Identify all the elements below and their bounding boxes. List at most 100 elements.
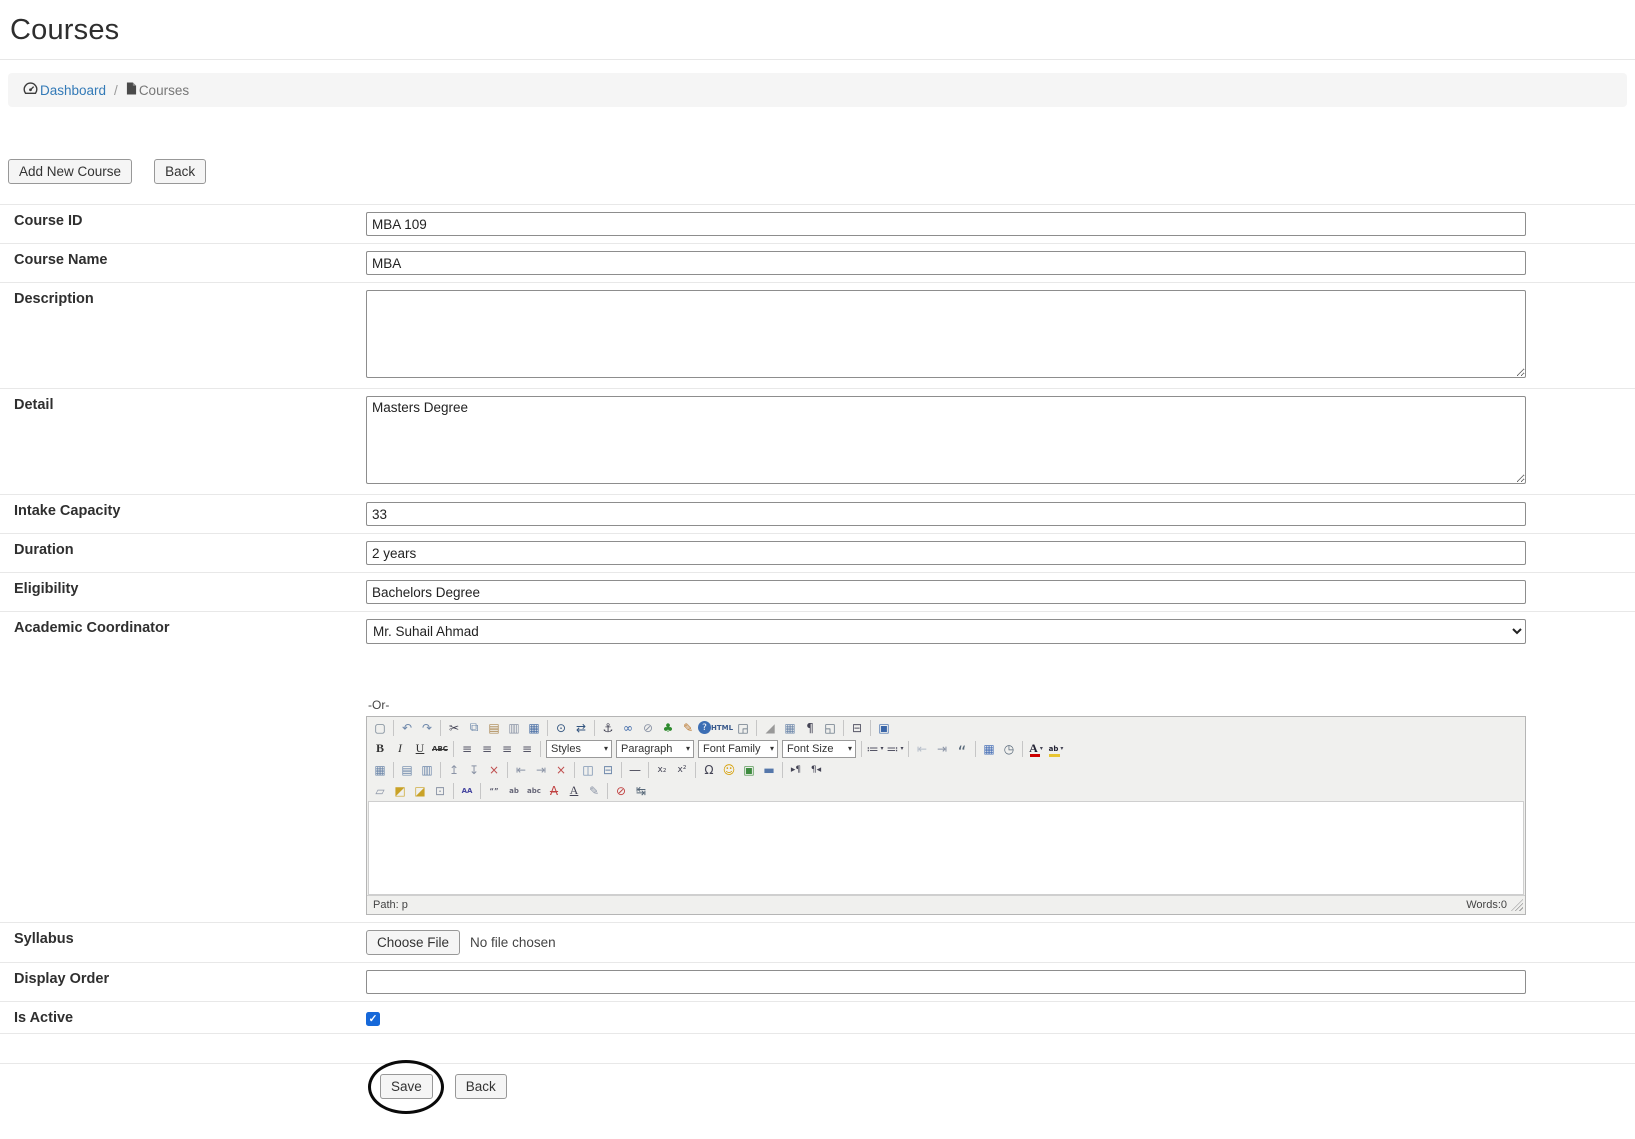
- bring-forward-icon[interactable]: ◩: [390, 781, 410, 800]
- bullet-list-icon[interactable]: ≔▾: [865, 739, 885, 758]
- syllabus-label: Syllabus: [0, 923, 366, 962]
- align-left-icon[interactable]: ≡: [457, 739, 477, 758]
- academic-coordinator-select[interactable]: Mr. Suhail Ahmad: [366, 619, 1526, 644]
- insert-date-icon[interactable]: ▦: [979, 739, 999, 758]
- intake-capacity-input[interactable]: [366, 502, 1526, 526]
- unlink-icon[interactable]: ⊘: [638, 718, 658, 737]
- acronym-icon[interactable]: abc: [524, 781, 544, 800]
- row-properties-icon[interactable]: ▤: [397, 760, 417, 779]
- attributes-icon[interactable]: ✎: [584, 781, 604, 800]
- merge-cells-icon[interactable]: ⊟: [598, 760, 618, 779]
- save-button[interactable]: Save: [380, 1074, 433, 1099]
- print-icon[interactable]: ⊟: [847, 718, 867, 737]
- superscript-icon[interactable]: x²: [672, 760, 692, 779]
- insert-row-above-icon[interactable]: ↥: [444, 760, 464, 779]
- deletion-icon[interactable]: A: [544, 781, 564, 800]
- redo-icon[interactable]: ↷: [417, 718, 437, 737]
- toolbar-separator: [782, 762, 783, 778]
- split-cells-icon[interactable]: ◫: [578, 760, 598, 779]
- description-textarea[interactable]: [366, 290, 1526, 378]
- insert-time-icon[interactable]: ◷: [999, 739, 1019, 758]
- style-properties-icon[interactable]: AA: [457, 781, 477, 800]
- help-icon[interactable]: ?: [698, 721, 711, 734]
- special-character-icon[interactable]: Ω: [699, 760, 719, 779]
- horizontal-rule-icon[interactable]: —: [625, 760, 645, 779]
- anchor-icon[interactable]: ⚓: [598, 718, 618, 737]
- show-blocks-icon[interactable]: ¶: [800, 718, 820, 737]
- rtl-icon[interactable]: ¶◂: [806, 760, 826, 779]
- editor-path: Path: p: [373, 899, 408, 911]
- copy-icon[interactable]: ⧉: [464, 718, 484, 737]
- delete-row-icon[interactable]: ×: [484, 760, 504, 779]
- outdent-icon[interactable]: ⇤: [912, 739, 932, 758]
- insert-image-icon[interactable]: ♣: [658, 718, 678, 737]
- editor-resize-handle[interactable]: [1511, 899, 1523, 911]
- is-active-checkbox[interactable]: ✓: [366, 1012, 380, 1026]
- preview-icon[interactable]: ◲: [733, 718, 753, 737]
- bold-icon[interactable]: B: [370, 739, 390, 758]
- ltr-icon[interactable]: ▸¶: [786, 760, 806, 779]
- italic-icon[interactable]: I: [390, 739, 410, 758]
- template-icon[interactable]: ◱: [820, 718, 840, 737]
- underline-icon[interactable]: U: [410, 739, 430, 758]
- abbreviation-icon[interactable]: ab: [504, 781, 524, 800]
- link-icon[interactable]: ∞: [618, 718, 638, 737]
- delete-column-icon[interactable]: ×: [551, 760, 571, 779]
- back-button-bottom[interactable]: Back: [455, 1074, 507, 1099]
- align-center-icon[interactable]: ≡: [477, 739, 497, 758]
- paste-as-text-icon[interactable]: ▥: [504, 718, 524, 737]
- eligibility-input[interactable]: [366, 580, 1526, 604]
- cleanup-icon[interactable]: ✎: [678, 718, 698, 737]
- insert-table-icon[interactable]: ▦: [780, 718, 800, 737]
- edit-table-icon[interactable]: ▦: [370, 760, 390, 779]
- remove-format-icon[interactable]: ◢: [760, 718, 780, 737]
- align-right-icon[interactable]: ≡: [497, 739, 517, 758]
- subscript-icon[interactable]: x₂: [652, 760, 672, 779]
- find-replace-icon[interactable]: ⇄: [571, 718, 591, 737]
- page-break-icon[interactable]: ↹: [631, 781, 651, 800]
- insertion-icon[interactable]: A: [564, 781, 584, 800]
- absolute-position-icon[interactable]: ⊡: [430, 781, 450, 800]
- nonbreaking-icon[interactable]: ⊘: [611, 781, 631, 800]
- display-order-input[interactable]: [366, 970, 1526, 994]
- undo-icon[interactable]: ↶: [397, 718, 417, 737]
- paragraph-dropdown[interactable]: Paragraph▾: [616, 740, 694, 758]
- detail-textarea[interactable]: Masters Degree: [366, 396, 1526, 484]
- insert-layer-icon[interactable]: ▱: [370, 781, 390, 800]
- cell-properties-icon[interactable]: ▥: [417, 760, 437, 779]
- insert-column-left-icon[interactable]: ⇤: [511, 760, 531, 779]
- citation-icon[interactable]: “”: [484, 781, 504, 800]
- editor-content-area[interactable]: [368, 801, 1524, 895]
- styles-dropdown[interactable]: Styles▾: [546, 740, 612, 758]
- new-document-icon[interactable]: ▢: [370, 718, 390, 737]
- send-backward-icon[interactable]: ◪: [410, 781, 430, 800]
- background-color-icon[interactable]: ab▾: [1046, 739, 1066, 758]
- strikethrough-icon[interactable]: ABC: [430, 739, 450, 758]
- add-new-course-button[interactable]: Add New Course: [8, 159, 132, 184]
- breadcrumb-dashboard-link[interactable]: Dashboard: [23, 82, 106, 98]
- paste-from-word-icon[interactable]: ▦: [524, 718, 544, 737]
- course-id-input[interactable]: [366, 212, 1526, 236]
- font-size-dropdown[interactable]: Font Size▾: [782, 740, 856, 758]
- insert-column-right-icon[interactable]: ⇥: [531, 760, 551, 779]
- numbered-list-icon[interactable]: ≕▾: [885, 739, 905, 758]
- insert-media-icon[interactable]: ▣: [739, 760, 759, 779]
- indent-icon[interactable]: ⇥: [932, 739, 952, 758]
- back-button-top[interactable]: Back: [154, 159, 206, 184]
- emoticon-icon[interactable]: ☺: [719, 760, 739, 779]
- font-family-dropdown[interactable]: Font Family▾: [698, 740, 778, 758]
- find-icon[interactable]: ⊙: [551, 718, 571, 737]
- cut-icon[interactable]: ✂: [444, 718, 464, 737]
- fullscreen-icon[interactable]: ▣: [874, 718, 894, 737]
- course-name-input[interactable]: [366, 251, 1526, 275]
- duration-input[interactable]: [366, 541, 1526, 565]
- advanced-hr-icon[interactable]: ▬: [759, 760, 779, 779]
- paste-icon[interactable]: ▤: [484, 718, 504, 737]
- blockquote-icon[interactable]: “: [952, 739, 972, 758]
- choose-file-button[interactable]: Choose File: [366, 930, 460, 955]
- align-justify-icon[interactable]: ≡: [517, 739, 537, 758]
- text-color-icon[interactable]: A▾: [1026, 739, 1046, 758]
- intake-capacity-label: Intake Capacity: [0, 495, 366, 533]
- insert-row-below-icon[interactable]: ↧: [464, 760, 484, 779]
- html-source-icon[interactable]: HTML: [711, 718, 733, 737]
